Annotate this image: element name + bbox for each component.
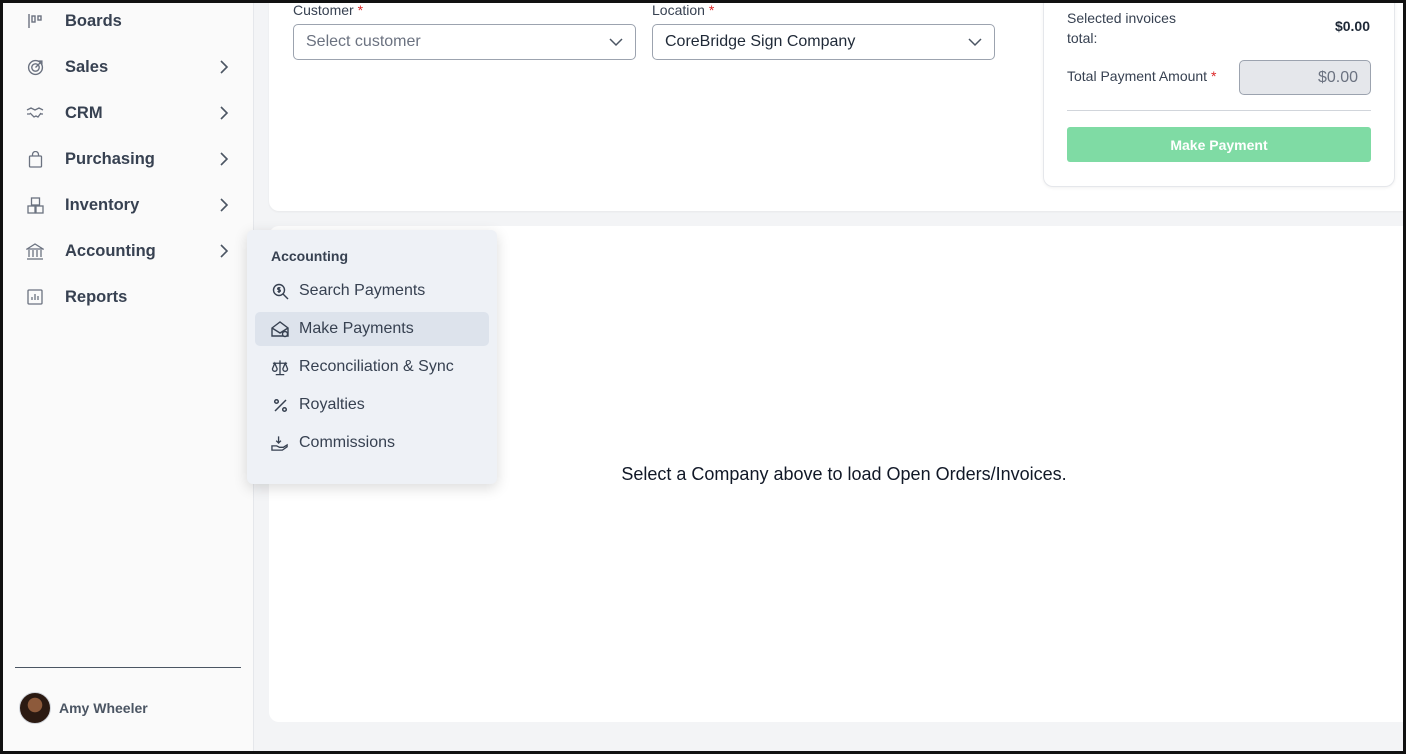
sidebar-item-label: Inventory [65, 195, 140, 214]
sidebar-item-reports[interactable]: Reports [3, 277, 254, 317]
chevron-right-icon [217, 244, 231, 258]
payment-summary-panel: Selected invoices total: $0.00 Total Pay… [1043, 0, 1395, 187]
envelope-open-dollar-icon [271, 320, 289, 338]
chevron-right-icon [217, 106, 231, 120]
sidebar-item-label: Accounting [65, 241, 156, 260]
menu-item-royalties[interactable]: Royalties [255, 388, 489, 422]
sidebar-item-label: CRM [65, 103, 103, 122]
hand-coin-icon [271, 434, 289, 452]
menu-item-reconciliation-sync[interactable]: Reconciliation & Sync [255, 350, 489, 384]
total-payment-amount-input[interactable] [1239, 60, 1371, 95]
sidebar-item-label: Sales [65, 57, 109, 76]
bank-icon [26, 242, 44, 260]
flyout-title: Accounting [271, 248, 348, 264]
sidebar-item-label: Reports [65, 287, 128, 306]
sidebar-item-purchasing[interactable]: Purchasing [3, 139, 254, 179]
selected-invoices-total-label: Selected invoices total: [1067, 10, 1176, 46]
sidebar-item-inventory[interactable]: Inventory [3, 185, 254, 225]
handshake-icon [26, 104, 44, 122]
chevron-right-icon [217, 152, 231, 166]
menu-item-label: Commissions [299, 434, 396, 451]
location-label: Location * [652, 2, 715, 18]
search-dollar-icon [271, 282, 289, 300]
menu-item-make-payments[interactable]: Make Payments [255, 312, 489, 346]
sidebar-divider [15, 667, 241, 668]
sidebar-item-label: Boards [65, 11, 122, 30]
avatar [19, 692, 51, 724]
chevron-down-icon [609, 35, 623, 49]
boxes-icon [26, 196, 44, 214]
scale-icon [271, 358, 289, 376]
sidebar: Boards Sales CRM Purchasing Inventory Ac… [3, 3, 254, 751]
customer-select[interactable]: Select customer [293, 24, 636, 60]
sidebar-item-boards[interactable]: Boards [3, 1, 254, 41]
sidebar-item-label: Purchasing [65, 149, 155, 168]
accounting-flyout-menu: Accounting Search Payments Make Payments… [247, 230, 497, 484]
customer-label: Customer * [293, 2, 364, 18]
selected-invoices-total-value: $0.00 [1334, 18, 1370, 34]
make-payment-button[interactable]: Make Payment [1067, 127, 1371, 162]
customer-select-placeholder: Select customer [306, 33, 421, 50]
sidebar-item-sales[interactable]: Sales [3, 47, 254, 87]
chart-icon [26, 288, 44, 306]
boards-icon [26, 12, 44, 30]
chevron-down-icon [968, 35, 982, 49]
percent-icon [271, 396, 289, 414]
menu-item-label: Royalties [299, 396, 365, 413]
menu-item-search-payments[interactable]: Search Payments [255, 274, 489, 308]
location-select-value: CoreBridge Sign Company [665, 33, 856, 50]
menu-item-label: Search Payments [299, 282, 426, 299]
menu-item-commissions[interactable]: Commissions [255, 426, 489, 460]
sidebar-item-crm[interactable]: CRM [3, 93, 254, 133]
target-icon [26, 58, 44, 76]
shopping-bag-icon [26, 150, 44, 168]
location-select[interactable]: CoreBridge Sign Company [652, 24, 995, 60]
sidebar-item-accounting[interactable]: Accounting [3, 231, 254, 271]
user-profile[interactable]: Amy Wheeler [19, 692, 148, 724]
chevron-right-icon [217, 198, 231, 212]
menu-item-label: Make Payments [299, 320, 414, 337]
user-name: Amy Wheeler [59, 700, 148, 716]
chevron-right-icon [217, 60, 231, 74]
total-payment-amount-label: Total Payment Amount * [1067, 68, 1217, 84]
menu-item-label: Reconciliation & Sync [299, 358, 454, 375]
summary-divider [1067, 110, 1371, 111]
